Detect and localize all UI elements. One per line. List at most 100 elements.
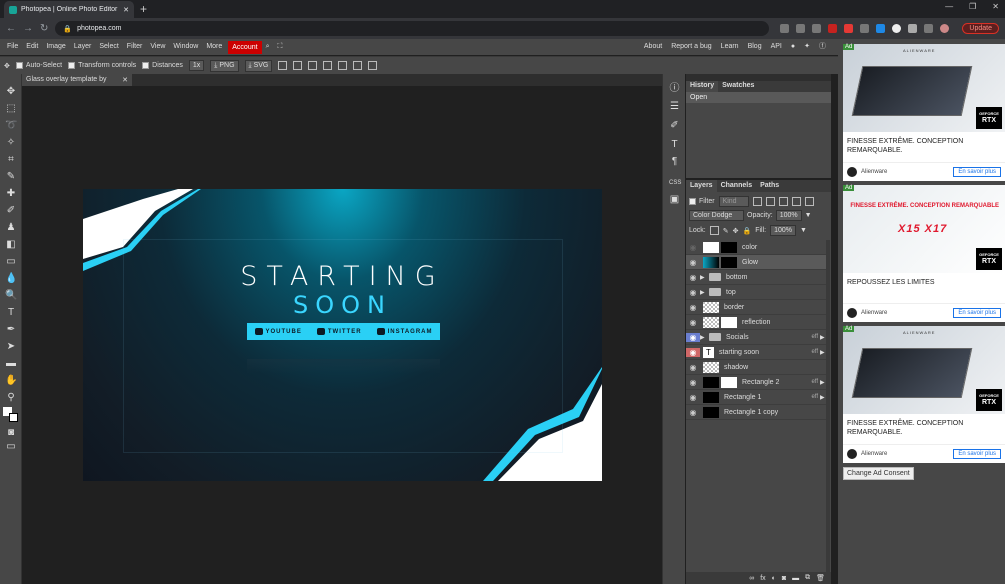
new-tab-button[interactable]: + (140, 2, 147, 16)
type-tool-icon[interactable]: T (5, 307, 17, 319)
back-icon[interactable]: ← (6, 23, 16, 34)
layer-row[interactable]: ◉ color (686, 240, 826, 255)
align-bottom-icon[interactable] (353, 61, 363, 70)
opacity-dropdown-icon[interactable]: ▼ (805, 212, 812, 219)
filter-smart-icon[interactable] (804, 197, 814, 206)
layer-row[interactable]: ◉ ▶ bottom (686, 270, 826, 285)
history-entry[interactable]: Open (686, 92, 831, 103)
menu-filter[interactable]: Filter (123, 39, 147, 55)
url-input[interactable]: 🔒 photopea.com (55, 21, 770, 36)
visibility-eye-icon[interactable]: ◉ (686, 273, 700, 282)
dodge-tool-icon[interactable]: 🔍 (5, 290, 17, 302)
extension-grey-icon[interactable] (860, 24, 870, 33)
layer-row[interactable]: ◉ border (686, 300, 826, 315)
facebook-icon[interactable]: ⓕ (819, 39, 826, 55)
visibility-eye-icon[interactable]: ◉ (686, 408, 700, 417)
align-center-icon[interactable] (293, 61, 303, 70)
layer-mask-icon[interactable]: ◙ (782, 575, 786, 582)
align-right-icon[interactable] (308, 61, 318, 70)
canvas-workspace[interactable]: STARTING SOON YOUTUBE TWITTER INSTAGRAM (22, 86, 662, 584)
fullscreen-icon[interactable]: ⛶ (273, 39, 286, 55)
new-layer-icon[interactable]: ⧉ (805, 574, 810, 582)
visibility-eye-icon[interactable]: ◉ (686, 303, 700, 312)
opacity-input[interactable]: 100% (775, 210, 802, 221)
lock-transparency-icon[interactable] (709, 226, 719, 235)
visibility-eye-icon[interactable]: ◉ (686, 318, 700, 327)
document-canvas[interactable]: STARTING SOON YOUTUBE TWITTER INSTAGRAM (83, 189, 602, 481)
lock-pixels-icon[interactable]: ✎ (723, 227, 729, 235)
tab-history[interactable]: History (686, 81, 719, 92)
magic-wand-tool-icon[interactable]: ✧ (5, 137, 17, 149)
expand-arrow-icon[interactable]: ▶ (700, 274, 706, 281)
reload-icon[interactable]: ↻ (40, 23, 48, 34)
visibility-eye-icon[interactable]: ◉ (686, 363, 700, 372)
hand-tool-icon[interactable]: ✋ (5, 375, 17, 387)
tab-layers[interactable]: Layers (686, 180, 717, 192)
extension-white-icon[interactable] (892, 24, 902, 33)
zoom-tool-icon[interactable]: ⚲ (5, 392, 17, 404)
background-color-swatch[interactable] (9, 413, 18, 422)
paragraph-icon[interactable]: ¶ (669, 156, 680, 167)
lock-all-icon[interactable]: 🔒 (742, 227, 751, 235)
menu-layer[interactable]: Layer (70, 39, 96, 55)
minimize-button[interactable]: — (945, 2, 953, 11)
shape-tool-icon[interactable]: ▬ (5, 358, 17, 370)
extension-iq-icon[interactable] (876, 24, 886, 33)
lock-position-icon[interactable]: ✥ (733, 227, 739, 235)
menu-image[interactable]: Image (42, 39, 69, 55)
character-icon[interactable]: T (669, 139, 680, 150)
blur-tool-icon[interactable]: 💧 (5, 273, 17, 285)
expand-arrow-icon[interactable]: ▶ (700, 289, 706, 296)
align-left-icon[interactable] (278, 61, 288, 70)
update-button[interactable]: Update (962, 23, 999, 34)
move-tool-icon[interactable]: ✥ (5, 86, 17, 98)
close-window-button[interactable]: ✕ (992, 2, 999, 11)
learn-more-button[interactable]: En savoir plus (953, 167, 1001, 177)
menu-select[interactable]: Select (95, 39, 122, 55)
adjustment-layer-icon[interactable]: ◐ (772, 575, 776, 582)
layer-row[interactable]: ◉ Rectangle 1 copy (686, 405, 826, 420)
learn-more-button[interactable]: En savoir plus (953, 449, 1001, 459)
export-svg-button[interactable]: ⤓ SVG (244, 59, 273, 72)
api-link[interactable]: API (771, 39, 782, 55)
gradient-tool-icon[interactable]: ▭ (5, 256, 17, 268)
layer-row[interactable]: ◉ reflection (686, 315, 826, 330)
blend-mode-select[interactable]: Color Dodge (689, 210, 744, 221)
tab-close-icon[interactable]: ✕ (123, 6, 129, 14)
layer-row[interactable]: ◉ T starting soon eff ▶ (686, 345, 826, 360)
ad-card[interactable]: Ad ALIENWARE GEFORCE RTX FINESSE EXTRÊME.… (843, 44, 1005, 181)
report-bug-link[interactable]: Report a bug (671, 39, 711, 55)
visibility-eye-icon[interactable]: ◉ (686, 393, 700, 402)
kind-select[interactable]: Kind (718, 196, 749, 207)
filter-pixel-icon[interactable] (752, 197, 762, 206)
delete-layer-icon[interactable]: 🗑 (816, 574, 825, 582)
brush-tool-icon[interactable]: ✐ (5, 205, 17, 217)
export-png-button[interactable]: ⤓ PNG (210, 59, 239, 72)
lasso-tool-icon[interactable]: ➰ (5, 120, 17, 132)
star-icon[interactable] (812, 24, 822, 33)
align-top-icon[interactable] (323, 61, 333, 70)
layer-style-icon[interactable]: fx (760, 575, 765, 582)
visibility-eye-icon[interactable]: ◉ (686, 243, 700, 252)
forward-icon[interactable]: → (23, 23, 33, 34)
new-folder-icon[interactable]: ▬ (792, 575, 799, 582)
ad-card[interactable]: Ad FINESSE EXTRÊME. CONCEPTION REMARQUAB… (843, 185, 1005, 322)
eyedropper-tool-icon[interactable]: ✎ (5, 171, 17, 183)
align-middle-icon[interactable] (338, 61, 348, 70)
tab-swatches[interactable]: Swatches (718, 81, 758, 92)
brush-settings-icon[interactable]: ✐ (669, 120, 680, 131)
fill-dropdown-icon[interactable]: ▼ (800, 227, 807, 234)
menu-window[interactable]: Window (169, 39, 202, 55)
filter-adjust-icon[interactable] (765, 197, 775, 206)
ad-card[interactable]: Ad ALIENWARE GEFORCE RTX FINESSE EXTRÊME.… (843, 326, 1005, 463)
marquee-tool-icon[interactable]: ⬚ (5, 103, 17, 115)
image-icon[interactable]: ▣ (669, 194, 680, 205)
distribute-icon[interactable] (368, 61, 378, 70)
layer-row[interactable]: ◉ shadow (686, 360, 826, 375)
visibility-eye-icon[interactable]: ◉ (686, 288, 700, 297)
layer-row[interactable]: ◉ ▶ top (686, 285, 826, 300)
about-link[interactable]: About (644, 39, 662, 55)
auto-select-checkbox[interactable]: Auto-Select (15, 62, 62, 69)
eraser-tool-icon[interactable]: ◧ (5, 239, 17, 251)
profile-avatar[interactable] (940, 24, 950, 33)
